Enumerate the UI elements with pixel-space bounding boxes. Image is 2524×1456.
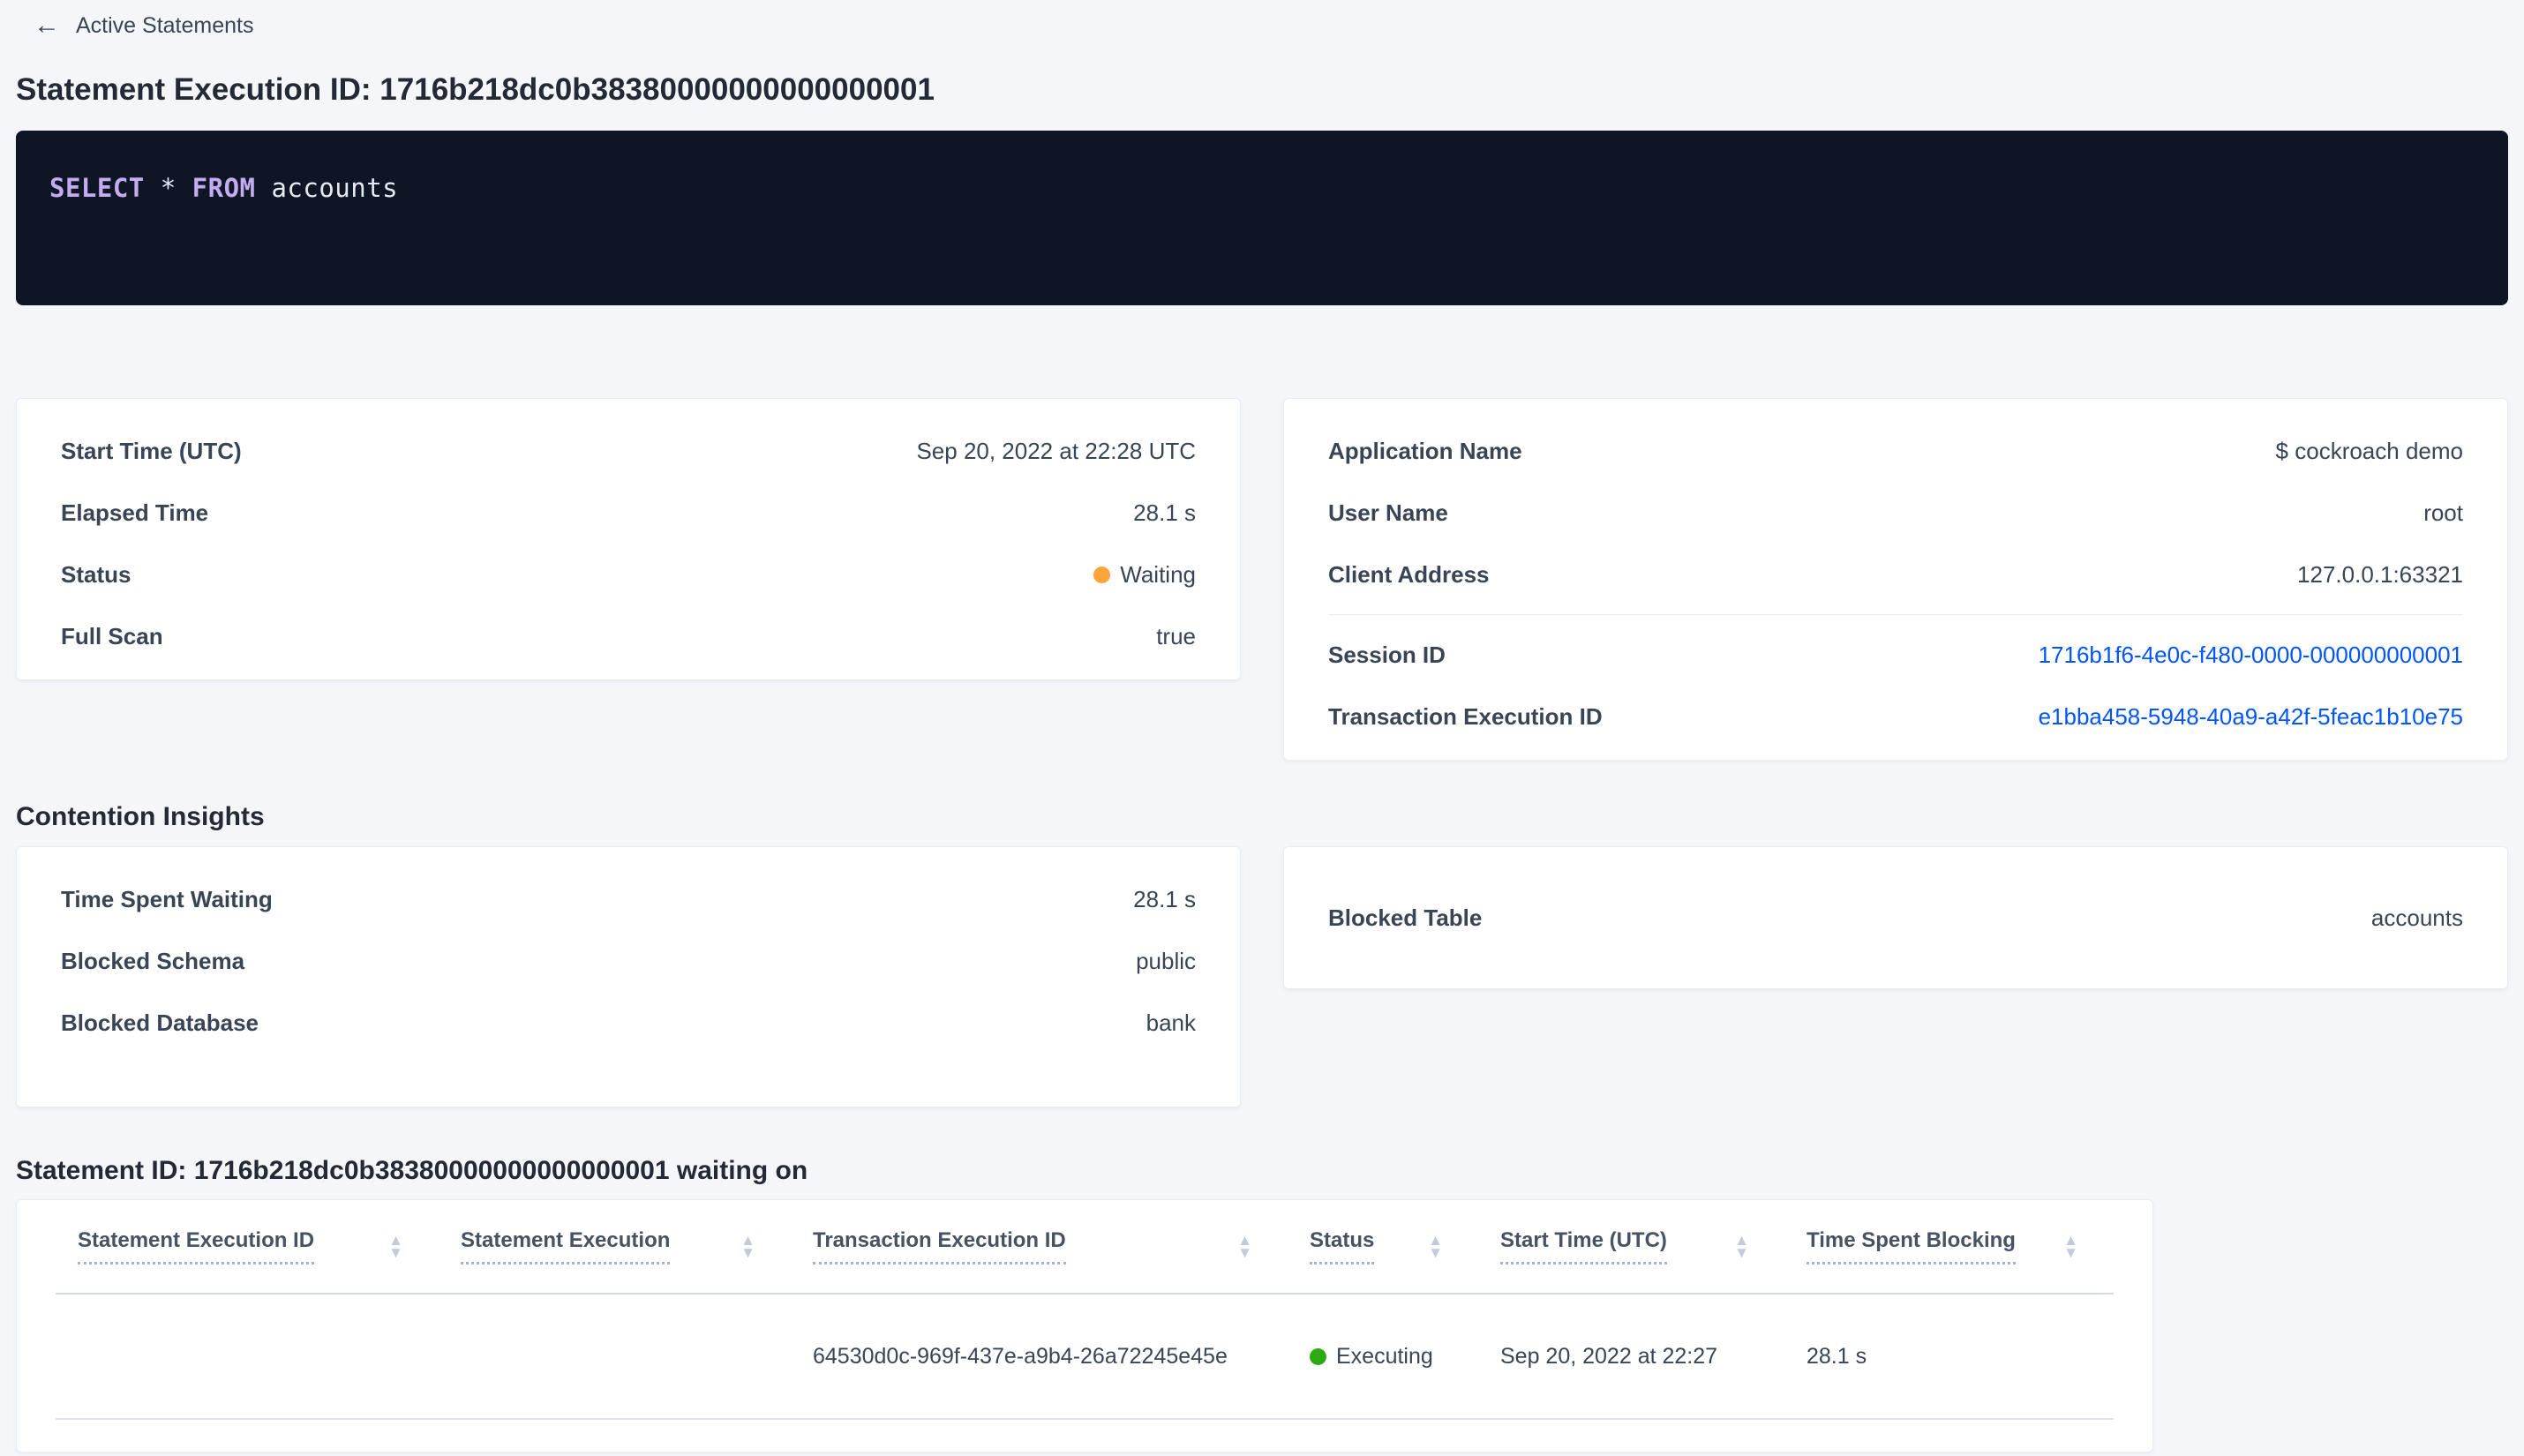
kv-row-start-time: Start Time (UTC) Sep 20, 2022 at 22:28 U… bbox=[61, 420, 1196, 482]
kv-row-session-id: Session ID 1716b1f6-4e0c-f480-0000-00000… bbox=[1328, 624, 2463, 686]
kv-label: Full Scan bbox=[61, 623, 163, 650]
status-badge: Waiting bbox=[1093, 560, 1196, 589]
kv-label: Start Time (UTC) bbox=[61, 438, 242, 465]
kv-value: $ cockroach demo bbox=[2275, 438, 2463, 465]
waiting-on-table: Statement Execution ID ▲ ▼ Statement Exec… bbox=[56, 1200, 2114, 1421]
waiting-on-heading: Statement ID: 1716b218dc0b38380000000000… bbox=[16, 1156, 808, 1186]
kv-value: 28.1 s bbox=[1133, 886, 1196, 913]
column-header-status[interactable]: Status ▲ ▼ bbox=[1288, 1200, 1478, 1295]
status-waiting-dot-icon bbox=[1093, 566, 1111, 583]
sort-icon[interactable]: ▲ ▼ bbox=[1734, 1233, 1749, 1260]
cell-statement-execution-id bbox=[56, 1294, 439, 1421]
kv-value: 127.0.0.1:63321 bbox=[2297, 561, 2463, 589]
table-header-row: Statement Execution ID ▲ ▼ Statement Exec… bbox=[56, 1200, 2114, 1295]
column-header-statement-execution[interactable]: Statement Execution ▲ ▼ bbox=[439, 1200, 791, 1295]
sort-icon[interactable]: ▲ ▼ bbox=[388, 1233, 403, 1260]
kv-row-blocked-schema: Blocked Schema public bbox=[61, 930, 1196, 992]
kv-label: Blocked Schema bbox=[61, 948, 245, 975]
kv-label: Blocked Database bbox=[61, 1009, 259, 1037]
kv-label: Status bbox=[61, 561, 131, 589]
column-header-statement-execution-id[interactable]: Statement Execution ID ▲ ▼ bbox=[56, 1200, 439, 1295]
sort-icon[interactable]: ▲ ▼ bbox=[1428, 1233, 1443, 1260]
kv-label: Time Spent Waiting bbox=[61, 886, 273, 913]
session-card: Application Name $ cockroach demo User N… bbox=[1283, 398, 2508, 762]
kv-row-elapsed-time: Elapsed Time 28.1 s bbox=[61, 482, 1196, 544]
kv-label: User Name bbox=[1328, 499, 1448, 527]
sql-keyword-select: SELECT bbox=[49, 173, 145, 204]
kv-value: bank bbox=[1146, 1009, 1196, 1037]
column-header-label: Transaction Execution ID bbox=[813, 1228, 1066, 1265]
contention-insights-heading: Contention Insights bbox=[16, 802, 265, 832]
sort-icon[interactable]: ▲ ▼ bbox=[2063, 1233, 2078, 1260]
blocked-table-card: Blocked Table accounts bbox=[1283, 846, 2508, 990]
column-header-transaction-execution-id[interactable]: Transaction Execution ID ▲ ▼ bbox=[791, 1200, 1288, 1295]
kv-value: 28.1 s bbox=[1133, 499, 1196, 527]
sql-text: * bbox=[144, 173, 192, 204]
column-header-start-time[interactable]: Start Time (UTC) ▲ ▼ bbox=[1478, 1200, 1784, 1295]
arrow-left-icon: ← bbox=[34, 11, 60, 40]
kv-value: true bbox=[1156, 623, 1196, 650]
back-button-label: Active Statements bbox=[76, 12, 254, 38]
kv-label: Elapsed Time bbox=[61, 499, 209, 527]
kv-row-time-spent-waiting: Time Spent Waiting 28.1 s bbox=[61, 868, 1196, 930]
statement-execution-page: ← Active Statements Statement Execution … bbox=[0, 0, 2524, 1453]
column-header-time-spent-blocking[interactable]: Time Spent Blocking ▲ ▼ bbox=[1784, 1200, 2114, 1295]
kv-row-blocked-table: Blocked Table accounts bbox=[1328, 887, 2463, 949]
kv-value: accounts bbox=[2370, 904, 2463, 932]
waiting-on-table-card: Statement Execution ID ▲ ▼ Statement Exec… bbox=[16, 1199, 2153, 1453]
kv-label: Client Address bbox=[1328, 561, 1490, 589]
cell-statement-execution bbox=[439, 1294, 791, 1421]
kv-label: Blocked Table bbox=[1328, 904, 1483, 932]
column-header-label: Time Spent Blocking bbox=[1807, 1228, 2016, 1265]
sort-icon[interactable]: ▲ ▼ bbox=[1237, 1233, 1252, 1260]
column-header-label: Statement Execution bbox=[461, 1228, 671, 1265]
sort-icon[interactable]: ▲ ▼ bbox=[740, 1233, 755, 1260]
table-row: 64530d0c-969f-437e-a9b4-26a72245e45e Exe… bbox=[56, 1294, 2114, 1421]
kv-value: public bbox=[1136, 948, 1196, 975]
column-header-label: Statement Execution ID bbox=[78, 1228, 315, 1265]
sql-text: accounts bbox=[255, 173, 399, 204]
kv-row-transaction-execution-id: Transaction Execution ID e1bba458-5948-4… bbox=[1328, 686, 2463, 747]
kv-row-user-name: User Name root bbox=[1328, 482, 2463, 544]
status-label: Executing bbox=[1336, 1343, 1433, 1369]
sql-statement-box: SELECT * FROM accounts bbox=[16, 131, 2508, 306]
transaction-execution-id-link[interactable]: e1bba458-5948-40a9-a42f-5feac1b10e75 bbox=[2039, 702, 2463, 731]
kv-value: root bbox=[2423, 499, 2463, 527]
kv-value: Sep 20, 2022 at 22:28 UTC bbox=[916, 438, 1196, 465]
kv-row-client-address: Client Address 127.0.0.1:63321 bbox=[1328, 544, 2463, 605]
status-executing-dot-icon bbox=[1310, 1347, 1326, 1365]
status-label: Waiting bbox=[1120, 561, 1196, 589]
column-header-label: Status bbox=[1310, 1228, 1375, 1265]
kv-row-status: Status Waiting bbox=[61, 544, 1196, 605]
overview-card: Start Time (UTC) Sep 20, 2022 at 22:28 U… bbox=[16, 398, 1241, 681]
card-divider bbox=[1328, 614, 2463, 616]
kv-row-application-name: Application Name $ cockroach demo bbox=[1328, 420, 2463, 482]
cell-transaction-execution-id: 64530d0c-969f-437e-a9b4-26a72245e45e bbox=[791, 1294, 1288, 1421]
kv-label: Application Name bbox=[1328, 438, 1522, 465]
column-header-label: Start Time (UTC) bbox=[1500, 1228, 1667, 1265]
cell-time-spent-blocking: 28.1 s bbox=[1784, 1294, 2114, 1421]
kv-row-blocked-database: Blocked Database bank bbox=[61, 992, 1196, 1054]
kv-label: Session ID bbox=[1328, 642, 1446, 669]
cell-status: Executing bbox=[1288, 1294, 1478, 1421]
contention-waiting-card: Time Spent Waiting 28.1 s Blocked Schema… bbox=[16, 846, 1241, 1108]
kv-label: Transaction Execution ID bbox=[1328, 703, 1603, 731]
session-id-link[interactable]: 1716b1f6-4e0c-f480-0000-000000000001 bbox=[2039, 641, 2463, 669]
page-title: Statement Execution ID: 1716b218dc0b3838… bbox=[16, 72, 935, 107]
back-button[interactable]: ← Active Statements bbox=[16, 9, 271, 42]
sql-keyword-from: FROM bbox=[192, 173, 256, 204]
cell-start-time: Sep 20, 2022 at 22:27 bbox=[1478, 1294, 1784, 1421]
kv-row-full-scan: Full Scan true bbox=[61, 605, 1196, 667]
